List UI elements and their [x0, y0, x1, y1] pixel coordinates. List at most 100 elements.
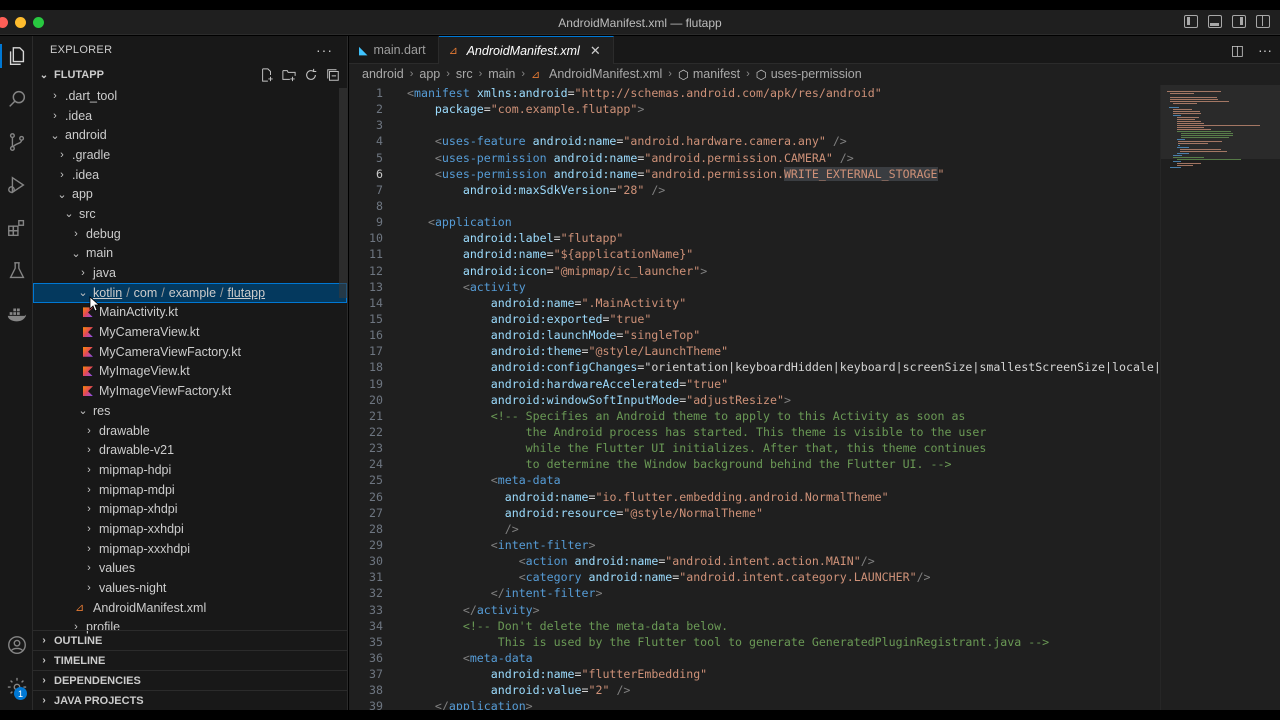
tree-folder-drawable-v21[interactable]: › drawable-v21 — [33, 440, 347, 460]
code-line[interactable]: 19 android:hardwareAccelerated="true" — [349, 376, 1160, 392]
tree-file-mycameraviewfactory[interactable]: MyCameraViewFactory.kt — [33, 342, 347, 362]
tab-main-dart[interactable]: ◣ main.dart — [349, 36, 439, 64]
tree-folder-idea-android[interactable]: › .idea — [33, 165, 347, 185]
tree-folder-mipmap-xhdpi[interactable]: › mipmap-xhdpi — [33, 499, 347, 519]
run-debug-icon[interactable] — [0, 170, 33, 200]
code-line[interactable]: 33 </activity> — [349, 602, 1160, 618]
split-editor-icon[interactable]: ◫ — [1231, 42, 1244, 59]
tree-folder-app[interactable]: ⌄ app — [33, 184, 347, 204]
code-line[interactable]: 5 <uses-permission android:name="android… — [349, 150, 1160, 166]
source-control-icon[interactable] — [0, 127, 33, 157]
tree-folder-src[interactable]: ⌄ src — [33, 204, 347, 224]
tab-androidmanifest[interactable]: ⊿ AndroidManifest.xml ✕ — [438, 36, 614, 64]
code-line[interactable]: 30 <action android:name="android.intent.… — [349, 553, 1160, 569]
breadcrumb-manifest[interactable]: manifest — [693, 67, 740, 81]
tree-folder-values[interactable]: › values — [33, 559, 347, 579]
code-line[interactable]: 35 This is used by the Flutter tool to g… — [349, 634, 1160, 650]
code-line[interactable]: 27 android:resource="@style/NormalTheme" — [349, 505, 1160, 521]
section-dependencies[interactable]: › DEPENDENCIES — [33, 670, 347, 690]
tree-folder-values-night[interactable]: › values-night — [33, 578, 347, 598]
breadcrumb-uses-permission[interactable]: uses-permission — [771, 67, 862, 81]
tree-folder-res[interactable]: ⌄ res — [33, 401, 347, 421]
section-java-projects[interactable]: › JAVA PROJECTS — [33, 690, 347, 710]
code-line[interactable]: 12 android:icon="@mipmap/ic_launcher"> — [349, 263, 1160, 279]
tree-folder-mipmap-xxhdpi[interactable]: › mipmap-xxhdpi — [33, 519, 347, 539]
code-line[interactable]: 13 <activity — [349, 279, 1160, 295]
code-editor[interactable]: 1 <manifest xmlns:android="http://schemas… — [349, 85, 1160, 710]
code-line[interactable]: 15 android:exported="true" — [349, 311, 1160, 327]
code-line[interactable]: 34 <!-- Don't delete the meta-data below… — [349, 618, 1160, 634]
breadcrumb-android[interactable]: android — [362, 67, 404, 81]
customize-layout-icon[interactable] — [1256, 15, 1270, 28]
code-line[interactable]: 6 <uses-permission android:name="android… — [349, 166, 1160, 182]
code-line[interactable]: 7 android:maxSdkVersion="28" /> — [349, 182, 1160, 198]
code-line[interactable]: 36 <meta-data — [349, 650, 1160, 666]
close-tab-icon[interactable]: ✕ — [590, 43, 601, 59]
tree-folder-main[interactable]: ⌄ main — [33, 244, 347, 264]
path-segment-com[interactable]: com — [134, 286, 158, 300]
breadcrumb-main[interactable]: main — [488, 67, 515, 81]
minimap[interactable] — [1160, 85, 1280, 710]
code-line[interactable]: 14 android:name=".MainActivity" — [349, 295, 1160, 311]
tree-folder-java[interactable]: › java — [33, 263, 347, 283]
tree-file-myimageview[interactable]: MyImageView.kt — [33, 362, 347, 382]
toggle-primary-sidebar-icon[interactable] — [1184, 15, 1198, 28]
tree-folder-debug[interactable]: › debug — [33, 224, 347, 244]
code-line[interactable]: 9 <application — [349, 214, 1160, 230]
explorer-scrollbar[interactable] — [339, 88, 347, 298]
tree-file-mycameraview[interactable]: MyCameraView.kt — [33, 322, 347, 342]
extensions-icon[interactable] — [0, 213, 33, 243]
code-line[interactable]: 23 while the Flutter UI initializes. Aft… — [349, 440, 1160, 456]
code-line[interactable]: 25 <meta-data — [349, 472, 1160, 488]
tree-file-myimageviewfactory[interactable]: MyImageViewFactory.kt — [33, 381, 347, 401]
account-icon[interactable] — [0, 630, 33, 660]
breadcrumb-app[interactable]: app — [419, 67, 440, 81]
code-line[interactable]: 10 android:label="flutapp" — [349, 230, 1160, 246]
more-actions-icon[interactable]: ··· — [1258, 42, 1272, 59]
tree-folder-dart-tool[interactable]: › .dart_tool — [33, 86, 347, 106]
path-segment-flutapp[interactable]: flutapp — [228, 286, 266, 300]
docker-icon[interactable] — [0, 299, 33, 329]
tree-file-mainactivity[interactable]: MainActivity.kt — [33, 303, 347, 323]
tree-file-androidmanifest[interactable]: ⊿ AndroidManifest.xml — [33, 598, 347, 618]
toggle-secondary-sidebar-icon[interactable] — [1232, 15, 1246, 28]
new-file-icon[interactable] — [259, 67, 275, 83]
tree-folder-mipmap-hdpi[interactable]: › mipmap-hdpi — [33, 460, 347, 480]
search-icon[interactable] — [0, 84, 33, 114]
code-line[interactable]: 21 <!-- Specifies an Android theme to ap… — [349, 408, 1160, 424]
code-line[interactable]: 3 — [349, 117, 1160, 133]
tree-folder-mipmap-mdpi[interactable]: › mipmap-mdpi — [33, 480, 347, 500]
code-line[interactable]: 16 android:launchMode="singleTop" — [349, 327, 1160, 343]
code-line[interactable]: 1 <manifest xmlns:android="http://schemas… — [349, 85, 1160, 101]
tree-folder-kotlin-compact[interactable]: ⌄ kotlin / com / example / flutapp — [33, 282, 347, 303]
path-segment-example[interactable]: example — [169, 286, 216, 300]
more-actions-icon[interactable]: ··· — [316, 42, 333, 58]
code-line[interactable]: 18 android:configChanges="orientation|ke… — [349, 359, 1160, 375]
section-timeline[interactable]: › TIMELINE — [33, 650, 347, 670]
code-line[interactable]: 11 android:name="${applicationName}" — [349, 246, 1160, 262]
toggle-panel-icon[interactable] — [1208, 15, 1222, 28]
testing-icon[interactable] — [0, 256, 33, 286]
code-line[interactable]: 2 package="com.example.flutapp"> — [349, 101, 1160, 117]
section-outline[interactable]: › OUTLINE — [33, 630, 347, 650]
collapse-folders-icon[interactable] — [325, 67, 341, 83]
tree-folder-gradle[interactable]: › .gradle — [33, 145, 347, 165]
code-line[interactable]: 39 </application> — [349, 698, 1160, 710]
code-line[interactable]: 38 android:value="2" /> — [349, 682, 1160, 698]
code-line[interactable]: 8 — [349, 198, 1160, 214]
tree-folder-android[interactable]: ⌄ android — [33, 125, 347, 145]
code-line[interactable]: 24 to determine the Window background be… — [349, 456, 1160, 472]
tree-folder-mipmap-xxxhdpi[interactable]: › mipmap-xxxhdpi — [33, 539, 347, 559]
code-line[interactable]: 4 <uses-feature android:name="android.ha… — [349, 133, 1160, 149]
code-line[interactable]: 31 <category android:name="android.inten… — [349, 569, 1160, 585]
tree-folder-drawable[interactable]: › drawable — [33, 421, 347, 441]
breadcrumb-src[interactable]: src — [456, 67, 473, 81]
code-line[interactable]: 20 android:windowSoftInputMode="adjustRe… — [349, 392, 1160, 408]
code-line[interactable]: 32 </intent-filter> — [349, 585, 1160, 601]
code-line[interactable]: 29 <intent-filter> — [349, 537, 1160, 553]
code-line[interactable]: 17 android:theme="@style/LaunchTheme" — [349, 343, 1160, 359]
explorer-icon[interactable] — [0, 41, 33, 71]
code-line[interactable]: 26 android:name="io.flutter.embedding.an… — [349, 489, 1160, 505]
manage-gear-icon[interactable]: 1 — [0, 672, 33, 702]
code-line[interactable]: 22 the Android process has started. This… — [349, 424, 1160, 440]
